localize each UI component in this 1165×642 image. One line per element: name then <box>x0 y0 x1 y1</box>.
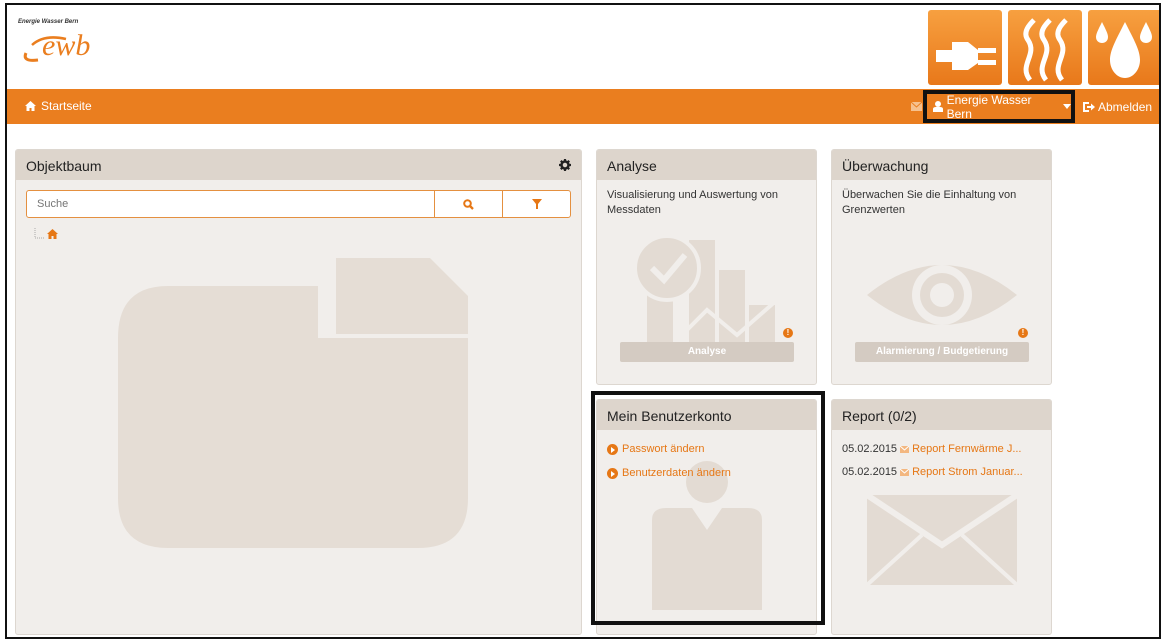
messages-button[interactable] <box>911 89 922 124</box>
highlight-annotation-box <box>591 391 825 625</box>
warning-icon: ! <box>783 328 793 338</box>
ueberwachung-header: Überwachung <box>832 150 1051 180</box>
report-date: 05.02.2015 <box>842 443 898 455</box>
report-title: Report (0/2) <box>842 408 917 424</box>
main-navbar: Startseite Energie Wasser Bern Abmelden <box>7 89 1159 124</box>
alarmierung-budgetierung-button[interactable]: Alarmierung / Budgetierung <box>855 342 1029 362</box>
object-tree <box>33 228 58 240</box>
chevron-down-icon <box>1063 104 1071 109</box>
envelope-icon <box>900 469 910 476</box>
report-header: Report (0/2) <box>832 400 1051 430</box>
analyse-panel: Analyse Visualisierung und Auswertung vo… <box>596 149 817 385</box>
warning-icon: ! <box>1018 328 1028 338</box>
home-icon <box>25 101 36 111</box>
passwort-aendern-label: Passwort ändern <box>622 443 705 455</box>
report-link[interactable]: Report Strom Januar... <box>912 465 1023 480</box>
objektbaum-title: Objektbaum <box>26 158 102 174</box>
report-date: 05.02.2015 <box>842 466 898 478</box>
water-drops-icon <box>1096 22 1152 78</box>
envelope-watermark-icon <box>867 495 1017 585</box>
analyse-button[interactable]: Analyse <box>620 342 794 362</box>
water-tile[interactable] <box>1088 10 1159 85</box>
user-menu-dropdown[interactable]: Energie Wasser Bern <box>923 90 1075 123</box>
analyse-header: Analyse <box>597 150 816 180</box>
logout-icon <box>1083 101 1095 112</box>
circle-arrow-right-icon <box>607 468 618 479</box>
nav-home-label: Startseite <box>41 99 92 113</box>
objektbaum-panel: Objektbaum <box>15 149 582 635</box>
logout-label: Abmelden <box>1098 99 1153 114</box>
circle-arrow-right-icon <box>607 444 618 455</box>
report-panel: Report (0/2) 05.02.2015 Report Fernwärme… <box>831 399 1052 635</box>
analyse-description: Visualisierung und Auswertung von Messda… <box>607 189 779 216</box>
report-link[interactable]: Report Fernwärme J... <box>912 442 1021 457</box>
envelope-icon <box>911 102 922 111</box>
ewb-logo[interactable]: Energie Wasser Bern ewb <box>16 17 136 67</box>
search-input[interactable] <box>27 191 434 217</box>
user-icon <box>933 101 943 112</box>
logo-mark: ewb <box>23 29 90 62</box>
passwort-aendern-link[interactable]: Passwort ändern <box>607 442 806 457</box>
filter-icon <box>531 199 542 209</box>
eye-watermark-icon <box>867 265 1017 325</box>
filter-button[interactable] <box>502 191 570 217</box>
gear-icon[interactable] <box>559 159 571 171</box>
benutzerdaten-aendern-label: Benutzerdaten ändern <box>622 467 731 479</box>
search-bar <box>26 190 571 218</box>
report-item[interactable]: 05.02.2015 Report Strom Januar... <box>842 465 1041 480</box>
logout-button[interactable]: Abmelden <box>1083 89 1152 124</box>
search-button[interactable] <box>434 191 502 217</box>
folder-watermark-icon <box>118 258 468 548</box>
report-list: 05.02.2015 Report Fernwärme J... 05.02.2… <box>832 430 1051 496</box>
power-plug-icon <box>936 42 996 70</box>
tree-connector-icon <box>34 228 44 239</box>
benutzerdaten-aendern-link[interactable]: Benutzerdaten ändern <box>607 466 806 481</box>
logo-text: ewb <box>42 29 90 62</box>
user-menu-label: Energie Wasser Bern <box>946 92 1032 121</box>
envelope-icon <box>900 446 910 453</box>
heat-waves-icon <box>1023 18 1068 82</box>
analyse-title: Analyse <box>607 158 657 174</box>
app-window: Energie Wasser Bern ewb Startseite Energ… <box>5 3 1161 639</box>
chart-watermark-icon <box>633 234 779 360</box>
ueberwachung-panel: Überwachung Überwachen Sie die Einhaltun… <box>831 149 1052 385</box>
tree-root-home-icon[interactable] <box>47 229 58 239</box>
ueberwachung-title: Überwachung <box>842 158 929 174</box>
objektbaum-header: Objektbaum <box>16 150 581 180</box>
search-icon <box>463 198 474 210</box>
heat-tile[interactable] <box>1008 10 1082 85</box>
power-tile[interactable] <box>928 10 1002 85</box>
report-item[interactable]: 05.02.2015 Report Fernwärme J... <box>842 442 1041 457</box>
ueberwachung-description: Überwachen Sie die Einhaltung von Grenzw… <box>842 189 1017 216</box>
nav-home-link[interactable]: Startseite <box>25 99 92 113</box>
page-header: Energie Wasser Bern ewb <box>7 5 1159 89</box>
